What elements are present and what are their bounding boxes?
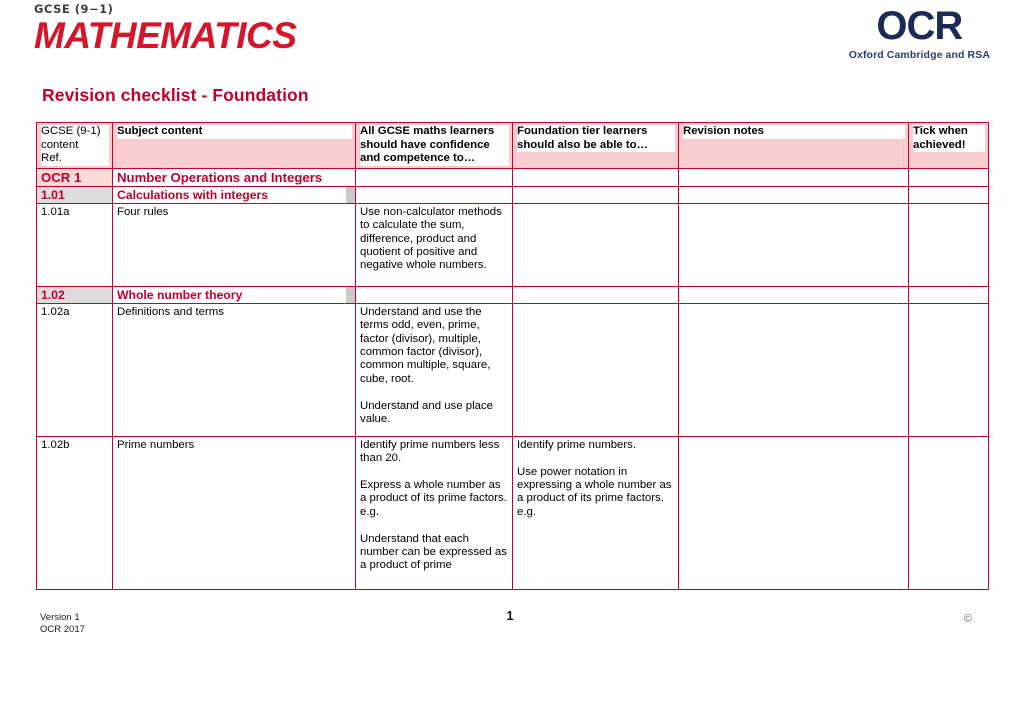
row-ref-cell: 1.01a — [36, 202, 113, 287]
column-header-subject-content-label: Subject content — [117, 125, 352, 139]
foundation-paragraph: Identify prime numbers. — [517, 438, 637, 451]
row-tick-cell[interactable] — [908, 435, 989, 590]
column-header-ref-line1: GCSE (9-1) — [41, 125, 109, 139]
section-title-label: Number Operations and Integers — [117, 169, 323, 185]
ocr-wordmark: OCR — [876, 4, 963, 48]
table-row: 1.02a Definitions and terms Understand and… — [36, 302, 989, 437]
section-ref: 1.02 — [36, 285, 113, 304]
gcse-subject-wordmark: MATHEMATICS — [34, 14, 297, 56]
row-subject-cell: Definitions and terms — [112, 302, 356, 437]
table-row: 1.02b Prime numbers Identify prime numbers… — [36, 435, 989, 590]
column-header-foundation-learners: Foundation tier learners should also be … — [512, 122, 679, 169]
revision-checklist-table: GCSE (9-1) content Ref. Subject content … — [36, 122, 989, 590]
row-revision-notes-cell[interactable] — [678, 435, 909, 590]
section-empty-cell-foundation-learners — [512, 185, 679, 204]
ocr-strapline: Oxford Cambridge and RSA — [848, 49, 990, 61]
revision-checklist-table-wrapper: GCSE (9-1) content Ref. Subject content … — [36, 122, 989, 590]
section-ref: 1.01 — [36, 185, 113, 204]
all_learners-paragraph: Express a whole number as a product of i… — [360, 478, 507, 518]
section-empty-cell-tick — [908, 285, 989, 304]
row-foundation-cell — [512, 202, 679, 287]
row-revision-notes-cell[interactable] — [678, 202, 909, 287]
column-header-all-learners: All GCSE maths learners should have conf… — [355, 122, 513, 169]
section-empty-cell-all-learners — [355, 285, 513, 304]
column-header-foundation-learners-line1: Foundation tier learners — [517, 125, 675, 139]
column-header-revision-notes: Revision notes — [678, 122, 909, 169]
row-all-learners-cell: Use non-calculator methods to calculate … — [355, 202, 513, 287]
column-header-all-learners-line1: All GCSE maths learners — [360, 125, 509, 139]
section-title-label: Calculations with integers — [117, 187, 269, 202]
page-footer: Version 1 OCR 2017 1 © — [0, 608, 1020, 648]
section-title-label: Whole number theory — [117, 287, 243, 302]
row-all-learners-cell: Understand and use the terms odd, even, … — [355, 302, 513, 437]
section-empty-cell-foundation-learners — [512, 167, 679, 187]
all_learners-paragraph: Understand and use the terms odd, even, … — [360, 305, 491, 385]
row-foundation-cell — [512, 302, 679, 437]
column-header-revision-notes-label: Revision notes — [683, 125, 905, 139]
all_learners-paragraph: Identify prime numbers less than 20. — [360, 438, 500, 465]
section-title: Calculations with integers — [112, 185, 356, 204]
section-row-end-stub — [346, 286, 355, 303]
copyright-icon: © — [963, 613, 972, 625]
section-header-row-minor: 1.02 Whole number theory — [36, 285, 989, 304]
section-title: Whole number theory — [112, 285, 356, 304]
table-header-row: GCSE (9-1) content Ref. Subject content … — [36, 122, 989, 169]
column-header-ref-line2: content — [41, 138, 109, 153]
column-header-ref: GCSE (9-1) content Ref. — [36, 122, 113, 169]
section-empty-cell-foundation-learners — [512, 285, 679, 304]
page-header-band: GCSE (9−1) MATHEMATICS OCR Oxford Cambri… — [0, 0, 1020, 72]
section-header-row-major: OCR 1 Number Operations and Integers — [36, 167, 989, 187]
row-tick-cell[interactable] — [908, 202, 989, 287]
row-ref-cell: 1.02b — [36, 435, 113, 590]
column-header-ref-line3: Ref. — [41, 152, 109, 166]
row-revision-notes-cell[interactable] — [678, 302, 909, 437]
section-row-end-stub — [346, 186, 355, 203]
row-tick-cell[interactable] — [908, 302, 989, 437]
row-foundation-cell: Identify prime numbers. Use power notatio… — [512, 435, 679, 590]
all_learners-paragraph: Understand and use place value. — [360, 399, 493, 426]
all_learners-paragraph: Use non-calculator methods to calculate … — [360, 205, 502, 272]
section-empty-cell-revision-notes — [678, 185, 909, 204]
foundation-paragraph: Use power notation in expressing a whole… — [517, 465, 672, 518]
section-ref: OCR 1 — [36, 167, 113, 187]
section-empty-cell-tick — [908, 167, 989, 187]
section-title: Number Operations and Integers — [112, 167, 356, 187]
ocr-logo: OCR Oxford Cambridge and RSA — [849, 6, 990, 61]
section-empty-cell-revision-notes — [678, 167, 909, 187]
table-row: 1.01a Four rules Use non-calculator method… — [36, 202, 989, 287]
row-subject-cell: Prime numbers — [112, 435, 356, 590]
section-empty-cell-all-learners — [355, 167, 513, 187]
column-header-all-learners-line2: should have confidence — [360, 138, 509, 153]
page-title: Revision checklist - Foundation — [42, 85, 309, 105]
section-header-row-minor: 1.01 Calculations with integers — [36, 185, 989, 204]
column-header-subject-content: Subject content — [112, 122, 356, 169]
row-all-learners-cell: Identify prime numbers less than 20. Expr… — [355, 435, 513, 590]
column-header-tick-line1: Tick when — [913, 125, 985, 139]
gcse-mathematics-logo: GCSE (9−1) MATHEMATICS — [34, 2, 297, 56]
all_learners-paragraph: Understand that each number can be expre… — [360, 532, 507, 572]
column-header-tick: Tick when achieved! — [908, 122, 989, 169]
footer-org-year: OCR 2017 — [40, 623, 85, 635]
section-empty-cell-tick — [908, 185, 989, 204]
column-header-all-learners-line3: and competence to… — [360, 152, 509, 166]
footer-page-number: 1 — [506, 609, 514, 623]
row-subject-cell: Four rules — [112, 202, 356, 287]
section-empty-cell-all-learners — [355, 185, 513, 204]
row-ref-cell: 1.02a — [36, 302, 113, 437]
column-header-tick-line2: achieved! — [913, 138, 985, 153]
column-header-foundation-learners-line2: should also be able to… — [517, 138, 675, 153]
gcse-qualification-kicker: GCSE (9−1) — [34, 2, 114, 16]
section-empty-cell-revision-notes — [678, 285, 909, 304]
